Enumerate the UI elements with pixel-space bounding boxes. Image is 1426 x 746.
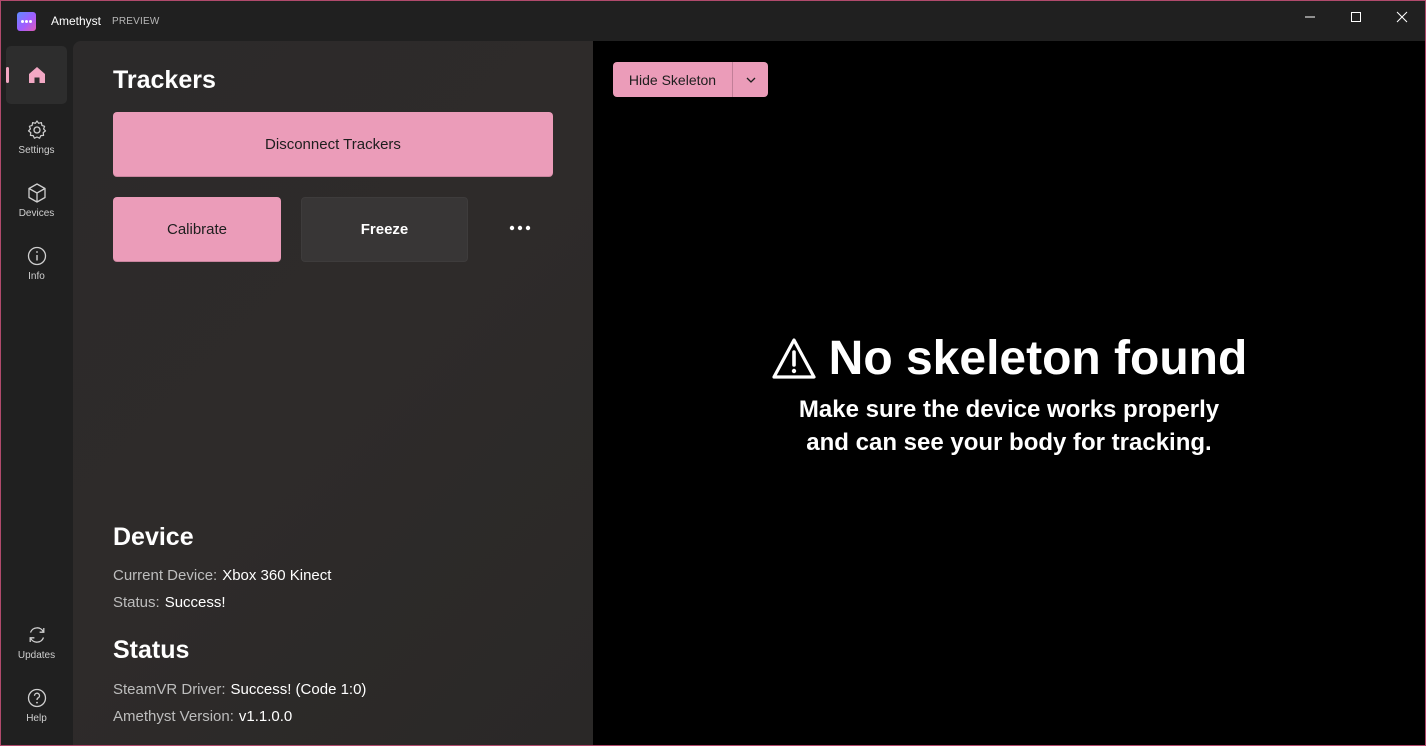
- app-window: Amethyst PREVIEW Settings Devices Info U…: [0, 0, 1426, 746]
- device-heading: Device: [113, 523, 194, 551]
- app-title: Amethyst: [51, 14, 102, 28]
- help-icon: [27, 688, 46, 707]
- device-status-label: Status:: [113, 594, 160, 611]
- preview-badge: PREVIEW: [112, 16, 160, 27]
- amethyst-version-label: Amethyst Version:: [113, 708, 234, 725]
- sidebar-item-label: Help: [26, 712, 47, 724]
- app-logo-icon: [17, 12, 36, 31]
- active-indicator: [6, 67, 9, 83]
- no-skeleton-message: Make sure the device works properly and …: [593, 393, 1425, 459]
- sidebar-item-info[interactable]: Info: [6, 234, 67, 292]
- current-device-row: Current Device: Xbox 360 Kinect: [113, 567, 331, 584]
- steamvr-driver-value: Success! (Code 1:0): [230, 681, 367, 698]
- trackers-heading: Trackers: [113, 66, 216, 94]
- warning-icon: [772, 337, 816, 379]
- home-icon: [28, 67, 45, 83]
- sidebar-item-label: Info: [28, 270, 45, 282]
- more-icon: [509, 225, 531, 231]
- current-device-value: Xbox 360 Kinect: [222, 567, 332, 584]
- trackers-panel: Trackers Disconnect Trackers Calibrate F…: [73, 41, 593, 745]
- no-skeleton-line-1: Make sure the device works properly: [798, 396, 1220, 423]
- no-skeleton-title-text: No skeleton found: [828, 332, 1248, 385]
- sidebar-item-label: Devices: [18, 207, 55, 219]
- sidebar-item-help[interactable]: Help: [6, 676, 67, 734]
- minimize-icon: [1305, 16, 1315, 18]
- status-heading: Status: [113, 636, 190, 664]
- amethyst-version-value: v1.1.0.0: [238, 708, 293, 725]
- current-device-label: Current Device:: [113, 567, 218, 584]
- amethyst-version-row: Amethyst Version: v1.1.0.0: [113, 708, 292, 725]
- hide-skeleton-split-button: Hide Skeleton: [613, 62, 768, 97]
- refresh-icon: [29, 626, 44, 643]
- sidebar-item-home[interactable]: [6, 46, 67, 104]
- sidebar-item-updates[interactable]: Updates: [6, 613, 67, 671]
- freeze-button[interactable]: Freeze: [301, 197, 468, 262]
- info-icon: [27, 246, 46, 265]
- title-bar[interactable]: Amethyst PREVIEW: [1, 1, 1425, 41]
- minimize-button[interactable]: [1287, 1, 1333, 33]
- close-icon: [1396, 11, 1408, 23]
- hide-skeleton-button[interactable]: Hide Skeleton: [613, 62, 732, 97]
- maximize-icon: [1351, 12, 1361, 22]
- navigation-sidebar: Settings Devices Info Updates Help: [1, 41, 73, 745]
- sidebar-item-label: Updates: [17, 649, 56, 661]
- chevron-down-icon: [746, 77, 755, 83]
- cube-icon: [27, 182, 46, 203]
- steamvr-driver-row: SteamVR Driver: Success! (Code 1:0): [113, 681, 366, 698]
- more-options-button[interactable]: [505, 213, 535, 243]
- calibrate-button[interactable]: Calibrate: [113, 197, 281, 262]
- skeleton-viewer: Hide Skeleton No skeleton found Make sur…: [593, 41, 1425, 745]
- device-status-value: Success!: [164, 594, 226, 611]
- steamvr-driver-label: SteamVR Driver:: [113, 681, 226, 698]
- disconnect-trackers-button[interactable]: Disconnect Trackers: [113, 112, 553, 177]
- sidebar-item-settings[interactable]: Settings: [6, 108, 67, 166]
- maximize-button[interactable]: [1333, 1, 1379, 33]
- skeleton-options-dropdown[interactable]: [733, 62, 768, 97]
- close-button[interactable]: [1379, 1, 1425, 33]
- sidebar-item-label: Settings: [18, 144, 55, 156]
- no-skeleton-title: No skeleton found: [593, 331, 1425, 386]
- no-skeleton-line-2: and can see your body for tracking.: [806, 429, 1212, 456]
- device-status-row: Status: Success!: [113, 594, 226, 611]
- sidebar-item-devices[interactable]: Devices: [6, 171, 67, 229]
- gear-icon: [27, 119, 46, 139]
